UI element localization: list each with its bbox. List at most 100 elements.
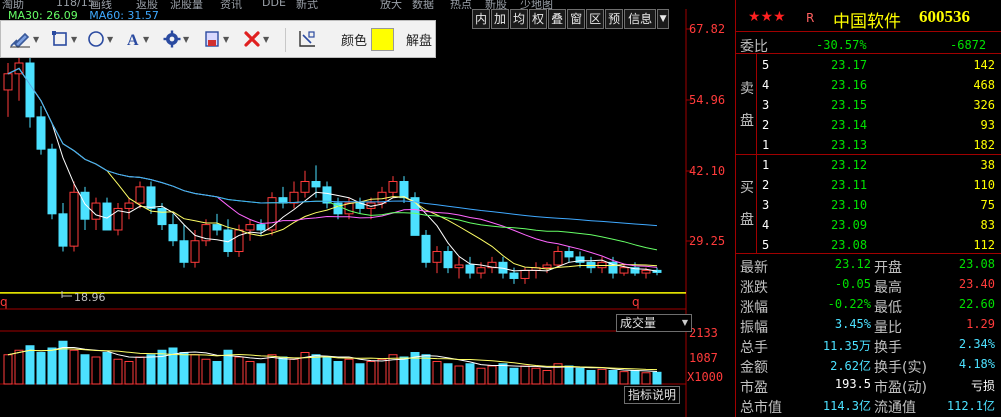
volume-bar — [652, 371, 662, 385]
menu-item[interactable]: 淘助 — [2, 0, 24, 9]
stat-label: 涨幅 — [740, 300, 768, 316]
book-volume: 326 — [973, 98, 995, 112]
menu-item[interactable]: 少地图 — [520, 0, 553, 9]
volume-bar — [157, 349, 167, 385]
volume-bar — [333, 360, 343, 385]
stat-label: 市盈(动) — [874, 380, 927, 396]
unlock-button[interactable]: 解盘 — [406, 30, 432, 49]
function-button[interactable]: 权 — [529, 9, 548, 29]
menu-item[interactable]: DDE — [262, 0, 286, 9]
candle-body — [586, 261, 596, 269]
book-volume: 38 — [980, 158, 995, 172]
pen-tool-button[interactable]: ▼ — [9, 29, 39, 49]
webi-pct: -30.57% — [816, 38, 867, 52]
candle-body — [597, 261, 607, 269]
menu-item[interactable]: 资讯 — [220, 0, 242, 9]
volume-bar — [201, 358, 211, 385]
volume-bar — [575, 367, 585, 385]
book-volume: 112 — [973, 238, 995, 252]
settings-tool-button[interactable]: ▼ — [163, 29, 189, 49]
function-button[interactable]: 内 — [472, 9, 491, 29]
candle-body — [256, 224, 266, 231]
menu-item[interactable]: 118/15 — [56, 0, 95, 9]
price-tick-label: 67.82 — [689, 22, 725, 36]
candle-body — [113, 207, 123, 231]
stat-label: 流通值 — [874, 400, 916, 416]
function-button[interactable]: 预 — [605, 9, 624, 29]
chevron-down-icon: ▼ — [681, 318, 688, 327]
volume-bar — [465, 363, 475, 385]
chart-function-buttons: 内加均权叠窗区预信息 ▼ — [472, 9, 670, 29]
function-button[interactable]: 叠 — [548, 9, 567, 29]
book-level: 4 — [762, 218, 770, 232]
book-level: 1 — [762, 138, 770, 152]
menu-item[interactable]: 新式 — [296, 0, 318, 9]
volume-bar — [421, 354, 431, 385]
menu-item[interactable]: 返股 — [136, 0, 158, 9]
book-level: 1 — [762, 158, 770, 172]
candle-body — [399, 181, 409, 199]
volume-bar — [135, 356, 145, 385]
volume-bar — [586, 369, 596, 385]
trend-tool-button[interactable] — [297, 29, 317, 49]
volume-bar — [25, 345, 35, 385]
stat-label: 开盘 — [874, 260, 902, 276]
volume-indicator-selector[interactable]: 成交量 ▼ — [616, 314, 692, 332]
sell-label-1: 卖 — [740, 81, 754, 97]
ellipse-tool-button[interactable]: ▼ — [87, 29, 113, 49]
candlestick-chart[interactable]: 67.82 54.96 42.10 29.25 2133 1087 X1000 18.96 q q — [0, 0, 735, 417]
candle-body — [421, 234, 431, 263]
chart-tool-icon — [299, 31, 315, 47]
stat-value: 11.35万 — [822, 339, 871, 353]
volume-bar — [289, 358, 299, 385]
menu-item[interactable]: 热点 — [450, 0, 472, 9]
text-tool-button[interactable]: A ▼ — [125, 29, 149, 49]
stat-value: 亏损 — [970, 379, 995, 393]
function-button[interactable]: 区 — [586, 9, 605, 29]
function-button[interactable]: 加 — [491, 9, 510, 29]
stat-label: 最低 — [874, 300, 902, 316]
book-volume: 93 — [980, 118, 995, 132]
candle-body — [223, 229, 233, 253]
candle-body — [212, 224, 222, 231]
book-level: 5 — [762, 238, 770, 252]
rectangle-tool-button[interactable]: ▼ — [51, 29, 77, 49]
book-price: 23.16 — [831, 78, 868, 92]
stat-label: 换手(实) — [874, 360, 927, 376]
volume-bar — [619, 371, 629, 385]
function-button[interactable]: 窗 — [567, 9, 586, 29]
svg-text:A: A — [127, 32, 139, 48]
close-icon — [244, 31, 260, 47]
delete-tool-button[interactable]: ▼ — [243, 29, 269, 49]
divider — [756, 54, 757, 154]
menu-item[interactable]: 新股 — [485, 0, 507, 9]
menu-item[interactable]: 数据 — [412, 0, 434, 9]
stat-value: 193.5 — [834, 377, 871, 391]
menu-item[interactable]: 放大 — [380, 0, 402, 9]
candle-body — [47, 148, 57, 215]
volume-bar — [608, 369, 618, 385]
volume-bar — [267, 354, 277, 385]
book-volume: 142 — [973, 58, 995, 72]
volume-tick-label: 2133 — [689, 326, 718, 340]
candle-body — [179, 240, 189, 263]
book-level: 2 — [762, 118, 770, 132]
volume-bar — [47, 347, 57, 385]
indicator-help-button[interactable]: 指标说明 — [624, 386, 681, 404]
book-volume: 468 — [973, 78, 995, 92]
stat-label: 振幅 — [740, 320, 768, 336]
candle-body — [432, 251, 442, 263]
price-tick-label: 29.25 — [689, 234, 725, 248]
menu-item[interactable]: 泥股量 — [170, 0, 203, 9]
color-swatch[interactable] — [371, 28, 394, 51]
function-button[interactable]: 均 — [510, 9, 529, 29]
stat-value: 2.34% — [958, 337, 995, 351]
dropdown-arrow-icon[interactable]: ▼ — [657, 9, 670, 29]
candle-body — [388, 181, 398, 193]
function-button[interactable]: 信息 — [624, 9, 657, 29]
volume-bar — [366, 360, 376, 385]
menu-item[interactable]: 画线 — [90, 0, 112, 9]
eraser-tool-button[interactable]: ▼ — [203, 29, 229, 49]
buy-label-1: 买 — [740, 180, 754, 196]
divider — [736, 31, 1001, 32]
